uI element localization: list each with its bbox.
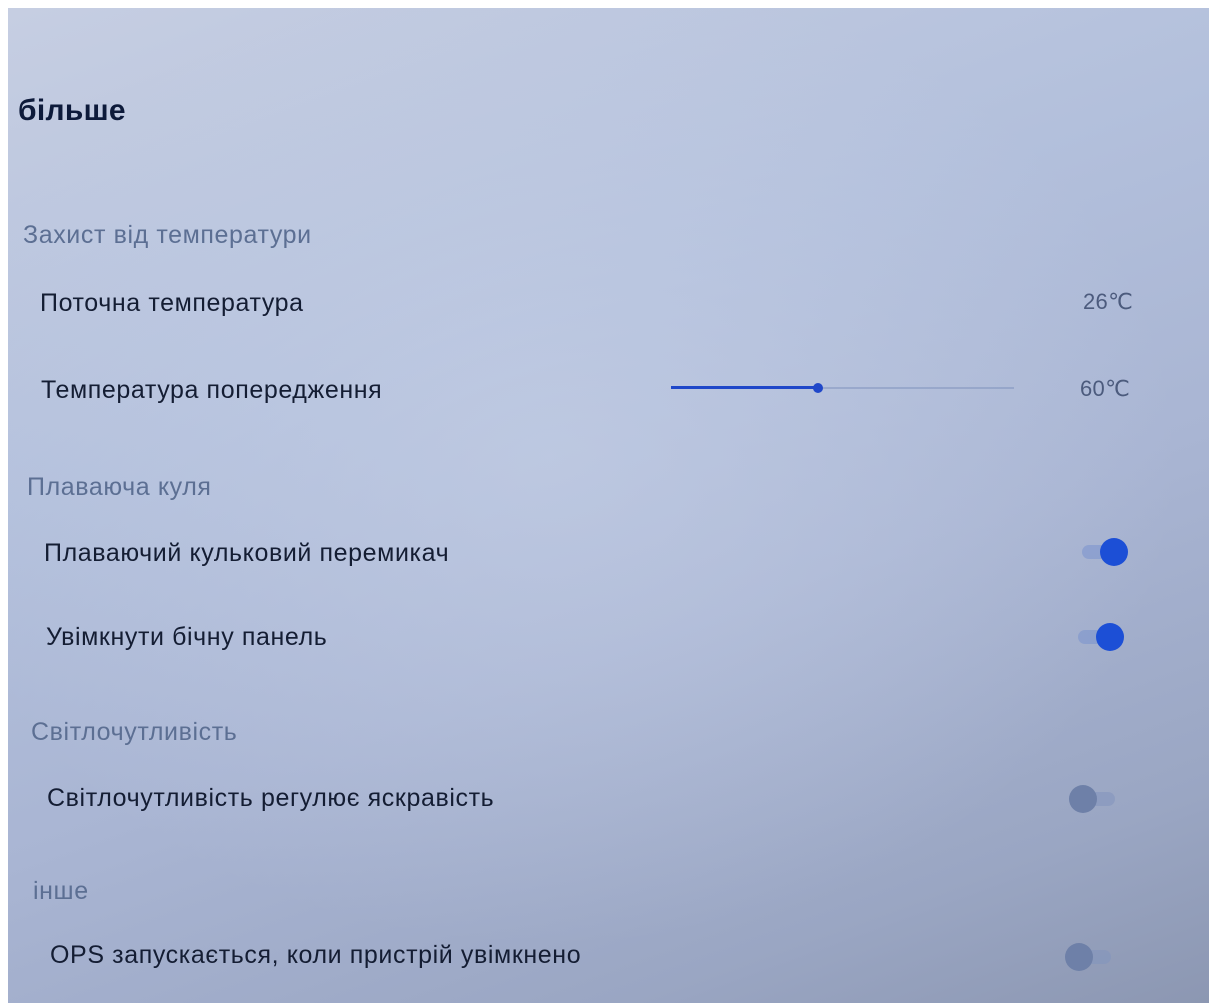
ops-startup-toggle[interactable] <box>1065 942 1117 972</box>
slider-thumb[interactable] <box>813 383 824 393</box>
sidebar-enable-toggle[interactable] <box>1072 622 1124 652</box>
warning-temperature-label: Температура попередження <box>41 376 383 404</box>
warning-temperature-slider[interactable] <box>671 380 1014 396</box>
ops-startup-label: OPS запускається, коли пристрій увімкнен… <box>50 941 582 969</box>
floating-ball-switch-label: Плаваючий кульковий перемикач <box>44 539 450 567</box>
current-temperature-value: 26℃ <box>1083 289 1134 314</box>
toggle-knob <box>1100 538 1128 566</box>
toggle-knob <box>1096 623 1124 651</box>
section-header-floating-ball: Плаваюча куля <box>27 473 212 501</box>
section-header-temperature: Захист від температури <box>23 221 312 249</box>
warning-temperature-value: 60℃ <box>1080 376 1131 401</box>
section-header-light-sensitivity: Світлочутливість <box>31 718 238 746</box>
slider-fill <box>671 386 819 389</box>
section-header-other: інше <box>33 877 89 905</box>
floating-ball-toggle[interactable] <box>1076 537 1128 567</box>
light-brightness-toggle[interactable] <box>1069 784 1121 814</box>
current-temperature-label: Поточна температура <box>40 289 304 317</box>
toggle-knob <box>1065 943 1093 971</box>
sidebar-enable-label: Увімкнути бічну панель <box>46 623 328 651</box>
toggle-knob <box>1069 785 1097 813</box>
settings-screen: більше Захист від температури Поточна те… <box>8 8 1209 1003</box>
page-title: більше <box>18 94 126 127</box>
light-brightness-label: Світлочутливість регулює яскравість <box>47 784 495 812</box>
